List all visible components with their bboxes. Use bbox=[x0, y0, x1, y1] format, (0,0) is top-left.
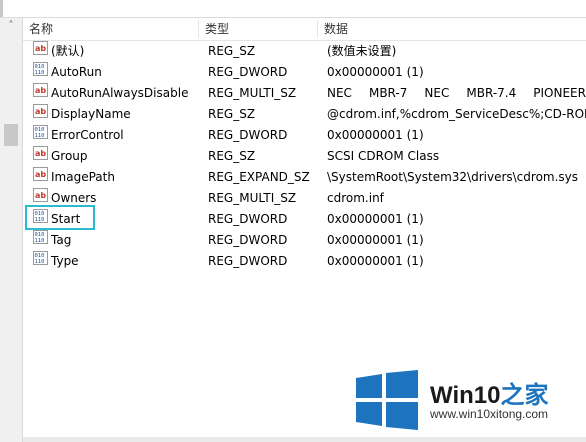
value-name-label: AutoRun bbox=[51, 65, 102, 79]
string-value-icon: ab bbox=[33, 83, 48, 104]
value-data-token: NEC bbox=[424, 86, 450, 100]
value-name[interactable]: 010 110 Tag bbox=[33, 230, 203, 251]
watermark-brand: Win10之家 bbox=[430, 375, 548, 410]
value-data-token: MBR-7 bbox=[368, 86, 408, 100]
value-name[interactable]: ab DisplayName bbox=[33, 104, 203, 125]
string-value-icon: ab bbox=[33, 41, 48, 62]
scroll-up-arrow-icon[interactable]: ˄ bbox=[0, 18, 22, 34]
binary-value-icon: 010 110 bbox=[33, 230, 48, 251]
value-name[interactable]: 010 110 Type bbox=[33, 251, 203, 272]
svg-text:ab: ab bbox=[35, 149, 46, 158]
registry-row-errorcontrol[interactable]: 010 110 ErrorControl REG_DWORD 0x00000001 (1… bbox=[23, 125, 586, 146]
registry-row-autorunalwaysdisable[interactable]: ab AutoRunAlwaysDisable REG_MULTI_SZ NEC MBR… bbox=[23, 83, 586, 104]
string-value-icon: ab bbox=[33, 104, 48, 125]
value-name[interactable]: ab Group bbox=[33, 146, 203, 167]
value-name[interactable]: ab ImagePath bbox=[33, 167, 203, 188]
value-name-label: ErrorControl bbox=[51, 128, 124, 142]
value-type: REG_SZ bbox=[208, 149, 256, 163]
svg-text:ab: ab bbox=[35, 191, 46, 200]
value-name[interactable]: ab (默认) bbox=[33, 41, 203, 62]
value-type: REG_DWORD bbox=[208, 65, 288, 79]
svg-text:ab: ab bbox=[35, 107, 46, 116]
registry-row-start[interactable]: 010 110 Start REG_DWORD 0x00000001 (1) bbox=[23, 209, 586, 230]
value-name[interactable]: 010 110 ErrorControl bbox=[33, 125, 203, 146]
value-data-token: NEC bbox=[327, 86, 352, 100]
registry-row-默认[interactable]: ab (默认) REG_SZ (数值未设置) bbox=[23, 41, 586, 62]
watermark-site: www.win10xitong.com bbox=[430, 407, 549, 421]
registry-row-autorun[interactable]: 010 110 AutoRun REG_DWORD 0x00000001 (1) bbox=[23, 62, 586, 83]
registry-row-tag[interactable]: 010 110 Tag REG_DWORD 0x00000001 (1) bbox=[23, 230, 586, 251]
value-type: REG_MULTI_SZ bbox=[208, 191, 297, 205]
binary-value-icon: 010 110 bbox=[33, 125, 48, 146]
value-name-label: Tag bbox=[51, 233, 72, 247]
windows-logo-icon bbox=[356, 370, 418, 430]
value-type: REG_DWORD bbox=[208, 233, 288, 247]
value-type: REG_DWORD bbox=[208, 128, 288, 142]
value-data: 0x00000001 (1) bbox=[327, 254, 424, 268]
string-value-icon: ab bbox=[33, 167, 48, 188]
value-data: @cdrom.inf,%cdrom_ServiceDesc%;CD-ROM bbox=[327, 107, 586, 121]
value-data: cdrom.inf bbox=[327, 191, 384, 205]
value-data: (数值未设置) bbox=[327, 44, 397, 58]
value-data: 0x00000001 (1) bbox=[327, 212, 424, 226]
brand-suffix: 之家 bbox=[500, 382, 549, 409]
value-name[interactable]: ab AutoRunAlwaysDisable bbox=[33, 83, 203, 104]
registry-row-owners[interactable]: ab Owners REG_MULTI_SZ cdrom.inf bbox=[23, 188, 586, 209]
value-name-label: Group bbox=[51, 149, 88, 163]
value-name-label: AutoRunAlwaysDisable bbox=[51, 86, 189, 100]
svg-text:110: 110 bbox=[35, 70, 45, 76]
svg-text:110: 110 bbox=[35, 259, 45, 265]
svg-text:110: 110 bbox=[35, 238, 45, 244]
svg-text:ab: ab bbox=[35, 86, 46, 95]
header-name[interactable]: 名称 bbox=[23, 18, 198, 40]
value-name-label: DisplayName bbox=[51, 107, 131, 121]
value-data: 0x00000001 (1) bbox=[327, 233, 424, 247]
value-type: REG_SZ bbox=[208, 107, 256, 121]
registry-row-imagepath[interactable]: ab ImagePath REG_EXPAND_SZ \SystemRoot\Syst… bbox=[23, 167, 586, 188]
string-value-icon: ab bbox=[33, 146, 48, 167]
column-header: 名称 类型 数据 bbox=[23, 18, 586, 41]
value-data: SCSI CDROM Class bbox=[327, 149, 440, 163]
value-data: NEC MBR-7 NEC MBR-7.4 PIONEER bbox=[327, 83, 586, 104]
value-data: 0x00000001 (1) bbox=[327, 128, 424, 142]
binary-value-icon: 010 110 bbox=[33, 251, 48, 272]
header-data[interactable]: 数据 bbox=[318, 18, 586, 40]
value-type: REG_DWORD bbox=[208, 212, 288, 226]
value-data-token: PIONEER bbox=[533, 86, 586, 100]
header-type[interactable]: 类型 bbox=[199, 18, 317, 40]
value-data: \SystemRoot\System32\drivers\cdrom.sys bbox=[327, 170, 579, 184]
svg-text:110: 110 bbox=[35, 133, 45, 139]
value-type: REG_SZ bbox=[208, 44, 256, 58]
registry-row-type[interactable]: 010 110 Type REG_DWORD 0x00000001 (1) bbox=[23, 251, 586, 272]
value-type: REG_MULTI_SZ bbox=[208, 86, 297, 100]
value-name-label: Type bbox=[51, 254, 79, 268]
svg-text:ab: ab bbox=[35, 170, 46, 179]
value-name-label: ImagePath bbox=[51, 170, 115, 184]
value-name[interactable]: 010 110 AutoRun bbox=[33, 62, 203, 83]
tree-scrollbar[interactable]: ˄ bbox=[0, 18, 23, 442]
registry-row-displayname[interactable]: ab DisplayName REG_SZ @cdrom.inf,%cdrom_Ser… bbox=[23, 104, 586, 125]
horizontal-scrollbar[interactable] bbox=[23, 437, 586, 442]
value-data: 0x00000001 (1) bbox=[327, 65, 424, 79]
value-name-label: (默认) bbox=[51, 44, 85, 58]
top-strip bbox=[0, 0, 586, 18]
binary-value-icon: 010 110 bbox=[33, 62, 48, 83]
top-strip-edge bbox=[0, 0, 3, 17]
start-highlight-box bbox=[25, 205, 95, 230]
scrollbar-thumb[interactable] bbox=[4, 124, 18, 146]
value-data-token: MBR-7.4 bbox=[466, 86, 517, 100]
value-type: REG_EXPAND_SZ bbox=[208, 170, 310, 184]
svg-text:ab: ab bbox=[35, 44, 46, 53]
brand-prefix: Win10 bbox=[430, 382, 501, 409]
value-type: REG_DWORD bbox=[208, 254, 288, 268]
registry-row-group[interactable]: ab Group REG_SZ SCSI CDROM Class bbox=[23, 146, 586, 167]
